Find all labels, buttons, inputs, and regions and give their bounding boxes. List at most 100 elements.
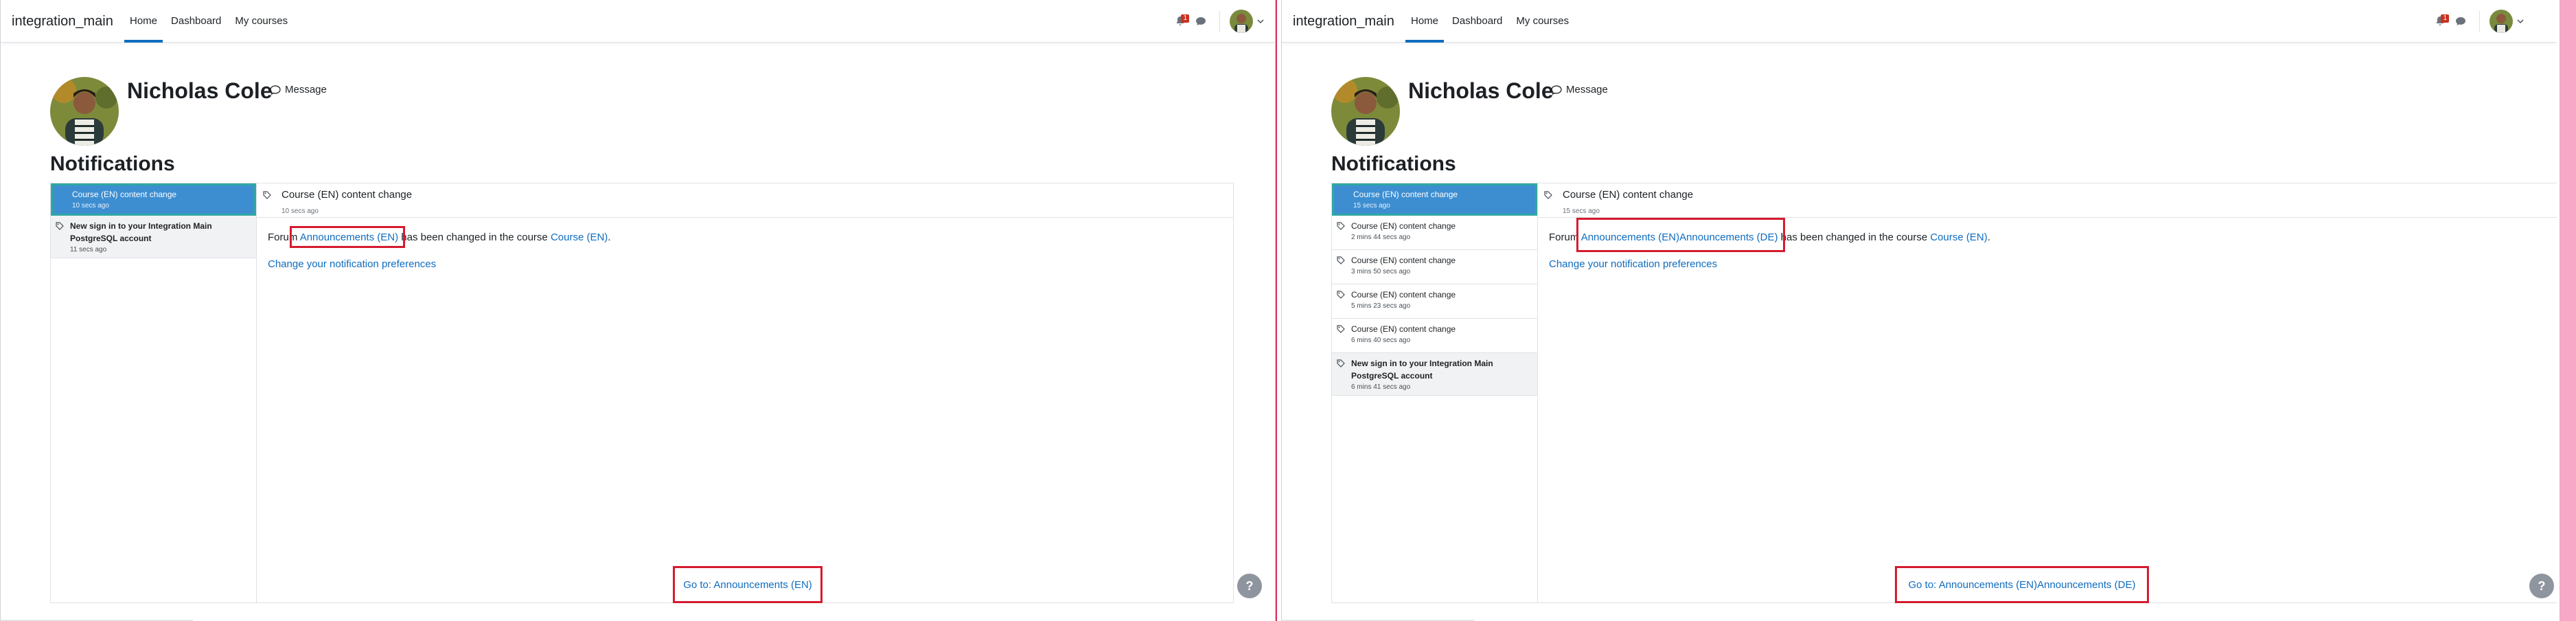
detail-body: Forum Announcements (EN) has been change…	[257, 218, 1233, 284]
detail-time: 10 secs ago	[281, 207, 319, 215]
site-brand[interactable]: integration_main	[12, 14, 113, 30]
notification-subject: Course (EN) content change	[1351, 221, 1456, 231]
detail-header: Course (EN) content change 15 secs ago	[1538, 183, 2557, 218]
notification-time: 10 secs ago	[72, 202, 109, 210]
primary-navigation: Home Dashboard My courses	[124, 0, 296, 43]
messages-button[interactable]	[1192, 12, 1210, 30]
page-title: Notifications	[50, 153, 175, 175]
nav-separator	[1219, 11, 1220, 32]
notification-subject: Course (EN) content change	[1353, 190, 1458, 199]
forum-link[interactable]: Announcements (EN)	[300, 232, 398, 243]
message-button-label: Message	[1566, 84, 1608, 95]
notification-time: 6 mins 40 secs ago	[1351, 337, 1411, 344]
tag-icon	[1337, 359, 1345, 368]
tag-icon	[1337, 256, 1345, 264]
notifications-container: Course (EN) content change 10 secs ago N…	[50, 183, 1262, 603]
notification-item[interactable]: Course (EN) content change 2 mins 44 sec…	[1332, 216, 1537, 250]
chevron-down-icon[interactable]	[1257, 18, 1264, 25]
detail-text-prefix: Forum	[1549, 232, 1581, 243]
chevron-down-icon[interactable]	[2517, 18, 2524, 25]
notification-item[interactable]: Course (EN) content change 3 mins 50 sec…	[1332, 250, 1537, 284]
profile-avatar	[1331, 77, 1400, 146]
notification-time: 5 mins 23 secs ago	[1351, 302, 1411, 310]
detail-text-middle: has been changed in the course	[398, 232, 551, 243]
message-button[interactable]: Message	[270, 84, 327, 95]
tag-icon	[1337, 291, 1345, 299]
notification-list: Course (EN) content change 15 secs ago C…	[1332, 183, 1538, 602]
notifications-button[interactable]: 1	[1171, 12, 1189, 30]
detail-text-suffix: .	[608, 232, 611, 243]
detail-text-prefix: Forum	[268, 232, 300, 243]
nav-home[interactable]: Home	[124, 0, 163, 43]
notification-detail: Course (EN) content change 10 secs ago F…	[257, 183, 1262, 603]
nav-home[interactable]: Home	[1405, 0, 1445, 43]
notification-preferences-link[interactable]: Change your notification preferences	[268, 258, 1222, 270]
tag-icon	[1337, 222, 1345, 230]
top-navbar: integration_main Home Dashboard My cours…	[1282, 0, 2557, 43]
notification-subject: New sign in to your Integration Main Pos…	[70, 221, 212, 243]
chat-bubble-icon	[1196, 17, 1206, 25]
nav-my-courses[interactable]: My courses	[1510, 0, 1574, 43]
detail-text-middle: has been changed in the course	[1778, 232, 1931, 243]
course-link[interactable]: Course (EN)	[1930, 232, 1987, 243]
tag-icon	[1544, 191, 1552, 199]
page-title: Notifications	[1331, 153, 1456, 175]
user-menu-avatar[interactable]	[1230, 10, 1253, 33]
notifications-button[interactable]: 1	[2431, 12, 2449, 30]
notification-subject: Course (EN) content change	[1351, 256, 1456, 265]
chat-bubble-icon	[2456, 17, 2465, 25]
notification-item[interactable]: Course (EN) content change 5 mins 23 sec…	[1332, 284, 1537, 319]
notification-subject: New sign in to your Integration Main Pos…	[1351, 359, 1493, 381]
nav-dashboard[interactable]: Dashboard	[1447, 0, 1508, 43]
profile-avatar	[50, 77, 119, 146]
notification-time: 2 mins 44 secs ago	[1351, 234, 1411, 241]
profile-name: Nicholas Cole	[127, 78, 273, 103]
notification-time: 6 mins 41 secs ago	[1351, 383, 1411, 391]
notification-item[interactable]: Course (EN) content change 6 mins 40 sec…	[1332, 319, 1537, 353]
notifications-container: Course (EN) content change 15 secs ago C…	[1331, 183, 2557, 603]
messages-button[interactable]	[2452, 12, 2470, 30]
help-button[interactable]: ?	[2529, 574, 2554, 598]
site-brand[interactable]: integration_main	[1293, 14, 1394, 30]
nav-my-courses[interactable]: My courses	[229, 0, 293, 43]
chat-bubble-icon	[270, 84, 281, 95]
right-screenshot-panel: integration_main Home Dashboard My cours…	[1281, 0, 2557, 621]
notification-time: 15 secs ago	[1353, 202, 1390, 210]
detail-time: 15 secs ago	[1563, 207, 1600, 215]
edge-strip	[2560, 0, 2576, 621]
panel-divider	[1276, 0, 1281, 621]
notification-subject: Course (EN) content change	[1351, 290, 1456, 300]
detail-subject: Course (EN) content change	[1563, 189, 1694, 201]
tag-icon	[1337, 325, 1345, 333]
help-button[interactable]: ?	[1237, 574, 1262, 598]
tag-icon	[56, 222, 64, 230]
user-menu-avatar[interactable]	[2489, 10, 2513, 33]
notification-time: 11 secs ago	[70, 246, 107, 253]
notification-count-badge: 1	[2441, 14, 2449, 23]
notification-item[interactable]: Course (EN) content change 15 secs ago	[1332, 183, 1537, 216]
message-button[interactable]: Message	[1551, 84, 1608, 95]
user-navigation: 1	[1169, 0, 1264, 43]
nav-separator	[2479, 11, 2480, 32]
detail-header: Course (EN) content change 10 secs ago	[257, 183, 1233, 218]
left-screenshot-panel: integration_main Home Dashboard My cours…	[0, 0, 1276, 621]
tag-icon	[263, 191, 271, 199]
user-navigation: 1	[2428, 0, 2524, 43]
notification-item[interactable]: Course (EN) content change 10 secs ago	[51, 183, 256, 216]
notification-subject: Course (EN) content change	[72, 190, 177, 199]
notification-item[interactable]: New sign in to your Integration Main Pos…	[51, 216, 256, 258]
message-button-label: Message	[285, 84, 327, 95]
profile-name: Nicholas Cole	[1408, 78, 1554, 103]
course-link[interactable]: Course (EN)	[551, 232, 608, 243]
detail-body: Forum Announcements (EN)Announcements (D…	[1538, 218, 2557, 284]
notification-time: 3 mins 50 secs ago	[1351, 268, 1411, 275]
goto-link[interactable]: Go to: Announcements (EN)Announcements (…	[1895, 566, 2149, 603]
nav-dashboard[interactable]: Dashboard	[165, 0, 227, 43]
notification-preferences-link[interactable]: Change your notification preferences	[1549, 258, 2550, 270]
goto-link[interactable]: Go to: Announcements (EN)	[673, 566, 823, 603]
detail-subject: Course (EN) content change	[281, 189, 413, 201]
primary-navigation: Home Dashboard My courses	[1405, 0, 1577, 43]
forum-link[interactable]: Announcements (EN)Announcements (DE)	[1581, 232, 1778, 243]
notification-subject: Course (EN) content change	[1351, 324, 1456, 334]
notification-item[interactable]: New sign in to your Integration Main Pos…	[1332, 353, 1537, 396]
